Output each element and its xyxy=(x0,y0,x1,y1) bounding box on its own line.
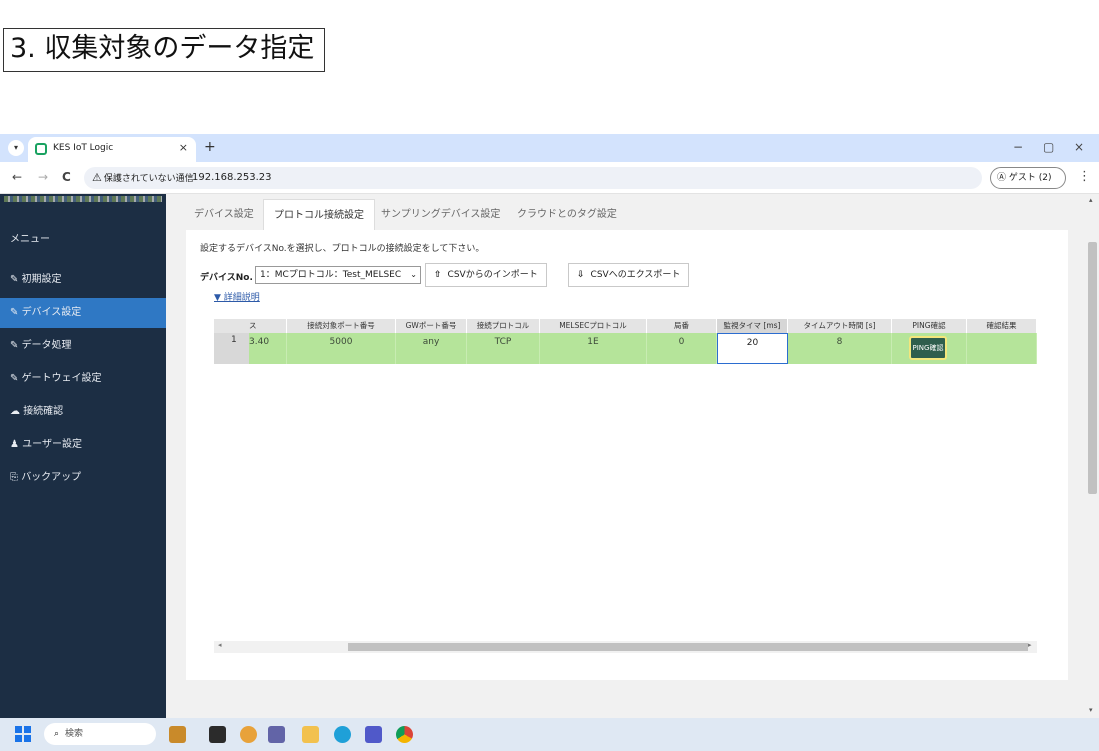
row-number[interactable]: 1 xyxy=(214,333,249,364)
column-header[interactable]: MELSECプロトコル xyxy=(540,319,647,333)
favicon-icon xyxy=(35,143,47,155)
edit-icon: ✎ xyxy=(10,373,22,384)
slide-title: 3. 収集対象のデータ指定 xyxy=(3,28,326,72)
grid-cell[interactable]: 3.40 xyxy=(249,333,287,364)
upload-icon: ⇧ xyxy=(434,270,442,280)
chrome-icon[interactable] xyxy=(396,726,413,743)
sidebar-item-device-settings[interactable]: ✎ デバイス設定 xyxy=(0,298,166,328)
browser-menu-icon[interactable]: ⋮ xyxy=(1078,169,1091,184)
briefcase-icon[interactable] xyxy=(169,726,186,743)
screenshot: 3. 収集対象のデータ指定 ▾ KES IoT Logic × + − ▢ × … xyxy=(0,0,1099,751)
sidebar: メニュー ✎ 初期設定 ✎ デバイス設定 ✎ データ処理 ✎ ゲートウェイ設定 … xyxy=(0,194,166,718)
restore-button[interactable]: ▢ xyxy=(1043,140,1054,154)
horizontal-scroll-thumb[interactable] xyxy=(348,643,1028,651)
column-header[interactable]: PING確認 xyxy=(892,319,967,333)
security-warning[interactable]: ⚠ 保護されていない通信 xyxy=(92,171,194,184)
app-logo xyxy=(4,196,162,202)
tab-device-settings[interactable]: デバイス設定 xyxy=(194,199,254,231)
scroll-left-icon[interactable]: ◂ xyxy=(218,641,222,649)
scroll-right-icon[interactable]: ▸ xyxy=(1028,641,1032,649)
ping-check-button[interactable]: PING確認 xyxy=(909,336,947,360)
grid-cell-editing[interactable]: 20 xyxy=(717,333,788,364)
protocol-settings-panel: 設定するデバイスNo.を選択し、プロトコルの接続設定をして下さい。 デバイスNo… xyxy=(186,230,1068,680)
back-button[interactable]: ← xyxy=(12,170,22,184)
column-header[interactable]: GWポート番号 xyxy=(396,319,467,333)
grid-cell[interactable]: any xyxy=(396,333,467,364)
horizontal-scrollbar[interactable]: ◂ ▸ xyxy=(214,641,1037,653)
widgets-icon[interactable] xyxy=(240,726,257,743)
grid-cell[interactable]: 5000 xyxy=(287,333,396,364)
edit-icon: ✎ xyxy=(10,274,22,285)
scroll-up-icon[interactable]: ▴ xyxy=(1089,196,1093,204)
column-header[interactable]: タイムアウト時間 [s] xyxy=(788,319,892,333)
warning-icon: ⚠ xyxy=(92,171,102,184)
grid-cell[interactable]: 1E xyxy=(540,333,647,364)
profile-icon: Ⓐ xyxy=(997,173,1009,183)
cloud-icon: ☁ xyxy=(10,406,24,417)
profile-button[interactable]: Ⓐ ゲスト (2) xyxy=(990,167,1066,189)
main-content: デバイス設定 プロトコル接続設定 サンプリングデバイス設定 クラウドとのタグ設定… xyxy=(166,194,1086,718)
edit-icon: ✎ xyxy=(10,307,22,318)
grid-cell[interactable]: TCP xyxy=(467,333,540,364)
teams-work-icon[interactable] xyxy=(365,726,382,743)
browser-tab-bar: ▾ KES IoT Logic × + − ▢ × xyxy=(0,134,1099,162)
sidebar-item-user-settings[interactable]: ♟ ユーザー設定 xyxy=(0,430,166,460)
magnifier-icon: ⌕ xyxy=(54,729,60,739)
chevron-down-icon: ⌄ xyxy=(410,270,417,279)
detail-toggle-link[interactable]: ▼ 詳細説明 xyxy=(214,290,260,303)
sidebar-item-connection-check[interactable]: ☁ 接続確認 xyxy=(0,397,166,427)
column-header[interactable]: ス xyxy=(249,319,287,333)
minimize-button[interactable]: − xyxy=(1013,140,1023,154)
browser-tab-title: KES IoT Logic xyxy=(53,143,114,153)
column-header[interactable]: 監視タイマ [ms] xyxy=(717,319,788,333)
close-window-button[interactable]: × xyxy=(1074,140,1084,154)
vertical-scrollbar[interactable]: ▴ ▾ xyxy=(1086,194,1099,718)
column-header[interactable]: 接続プロトコル xyxy=(467,319,540,333)
protocol-grid: ス 接続対象ポート番号 GWポート番号 接続プロトコル MELSECプロトコル … xyxy=(214,319,1037,366)
csv-import-button[interactable]: ⇧ CSVからのインポート xyxy=(425,263,547,287)
tab-search-button[interactable]: ▾ xyxy=(8,140,24,156)
reload-button[interactable]: C xyxy=(62,170,71,184)
sidebar-menu-label: メニュー xyxy=(10,234,50,245)
taskbar-search[interactable]: ⌕ 検索 xyxy=(44,723,156,745)
scroll-down-icon[interactable]: ▾ xyxy=(1089,706,1093,714)
sidebar-item-gateway-settings[interactable]: ✎ ゲートウェイ設定 xyxy=(0,364,166,394)
device-select[interactable]: 1：MCプロトコル：Test_MELSEC ⌄ xyxy=(255,266,421,284)
browser-tab[interactable]: KES IoT Logic × xyxy=(28,137,196,162)
tab-cloud-tag-settings[interactable]: クラウドとのタグ設定 xyxy=(517,199,617,231)
url-text[interactable]: 192.168.253.23 xyxy=(192,172,272,183)
grid-cell[interactable]: 8 xyxy=(788,333,892,364)
windows-start-icon[interactable] xyxy=(15,726,31,742)
taskbar: ⌕ 検索 xyxy=(0,718,1099,751)
column-header[interactable]: 確認結果 xyxy=(967,319,1037,333)
device-no-label: デバイスNo. xyxy=(200,273,253,283)
task-view-icon[interactable] xyxy=(209,726,226,743)
omnibox[interactable]: ⚠ 保護されていない通信 192.168.253.23 xyxy=(84,167,982,189)
teams-icon[interactable] xyxy=(268,726,285,743)
sidebar-item-data-processing[interactable]: ✎ データ処理 xyxy=(0,331,166,361)
grid-cell[interactable] xyxy=(967,333,1037,364)
sidebar-item-initial-settings[interactable]: ✎ 初期設定 xyxy=(0,265,166,295)
forward-button[interactable]: → xyxy=(38,170,48,184)
backup-icon: ⎘ xyxy=(10,472,22,483)
tab-protocol-settings[interactable]: プロトコル接続設定 xyxy=(263,199,375,231)
vertical-scroll-thumb[interactable] xyxy=(1088,242,1097,494)
address-bar: ← → C ⚠ 保護されていない通信 192.168.253.23 Ⓐ ゲスト (… xyxy=(0,162,1099,194)
column-header[interactable]: 局番 xyxy=(647,319,717,333)
file-explorer-icon[interactable] xyxy=(302,726,319,743)
user-icon: ♟ xyxy=(10,439,23,450)
grid-cell[interactable]: 0 xyxy=(647,333,717,364)
tab-close-icon[interactable]: × xyxy=(179,141,188,154)
edit-icon: ✎ xyxy=(10,340,22,351)
download-icon: ⇩ xyxy=(577,270,585,280)
tab-sampling-device-settings[interactable]: サンプリングデバイス設定 xyxy=(381,199,500,231)
new-tab-button[interactable]: + xyxy=(204,139,216,155)
sidebar-item-backup[interactable]: ⎘ バックアップ xyxy=(0,463,166,493)
edge-icon[interactable] xyxy=(334,726,351,743)
column-header[interactable]: 接続対象ポート番号 xyxy=(287,319,396,333)
csv-export-button[interactable]: ⇩ CSVへのエクスポート xyxy=(568,263,690,287)
instruction-text: 設定するデバイスNo.を選択し、プロトコルの接続設定をして下さい。 xyxy=(200,244,485,254)
